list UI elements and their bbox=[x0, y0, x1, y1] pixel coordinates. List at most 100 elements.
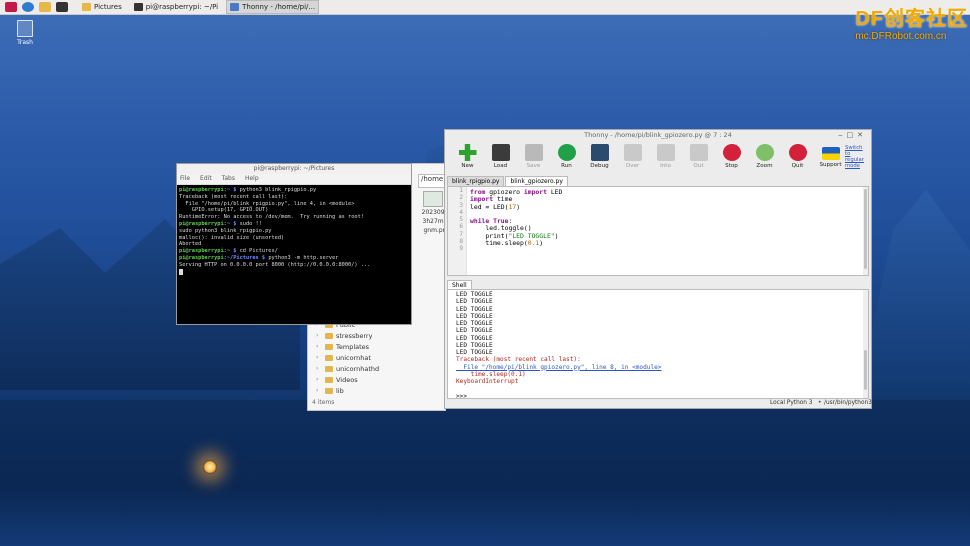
code-token: ) bbox=[554, 231, 559, 240]
editor-scrollbar[interactable] bbox=[863, 187, 868, 275]
code-text[interactable]: from gpiozero import LED import time led =… bbox=[470, 188, 562, 255]
terminal-text: sudo !! bbox=[236, 220, 262, 227]
folder-tree-item[interactable]: › unicornhathd bbox=[316, 363, 416, 374]
expand-arrow-icon[interactable]: › bbox=[316, 365, 325, 372]
terminal-title: pi@raspberrypi: ~/Pictures bbox=[177, 164, 411, 174]
toolbar-quit-button[interactable]: Quit bbox=[781, 141, 814, 169]
shell-output[interactable]: LED TOGGLE LED TOGGLE LED TOGGLE LED TOGGLE… bbox=[456, 291, 661, 400]
expand-arrow-icon[interactable]: › bbox=[316, 354, 325, 361]
taskbar-task[interactable]: Pictures bbox=[78, 0, 126, 14]
shell-line: LED TOGGLE bbox=[456, 298, 493, 306]
toolbar-into-button[interactable]: Into bbox=[649, 141, 682, 169]
expand-arrow-icon[interactable]: › bbox=[316, 332, 325, 339]
toolbar-stop-button[interactable]: Stop bbox=[715, 141, 748, 169]
folder-tree-item[interactable]: › lib bbox=[316, 385, 416, 396]
watermark-logo: DF创客社区 bbox=[855, 8, 968, 30]
taskbar-task-label: pi@raspberrypi: ~/Pi bbox=[145, 3, 219, 11]
debug-icon bbox=[590, 144, 609, 161]
prompt-dir: :~ $ bbox=[223, 248, 237, 255]
taskbar-task[interactable]: pi@raspberrypi: ~/Pi bbox=[130, 0, 222, 14]
folder-tree-item[interactable]: › stressberry bbox=[316, 330, 416, 341]
window-controls[interactable]: ‒□✕ bbox=[838, 130, 867, 141]
toolbar-load-button[interactable]: Load bbox=[484, 141, 517, 169]
step-over-icon bbox=[623, 144, 642, 161]
editor-tab[interactable]: blink_gpiozero.py bbox=[505, 176, 568, 186]
trash-desktop-item[interactable]: Trash bbox=[14, 20, 36, 46]
expand-arrow-icon[interactable]: › bbox=[316, 376, 325, 383]
folder-icon bbox=[325, 332, 333, 339]
toolbar-label: Out bbox=[693, 163, 704, 169]
terminal-icon bbox=[133, 3, 143, 11]
terminal-menubar: File Edit Tabs Help bbox=[177, 174, 411, 185]
terminal-menu-item[interactable]: Tabs bbox=[222, 174, 235, 184]
terminal-text: python3 -m http.server bbox=[265, 254, 339, 261]
toolbar-over-button[interactable]: Over bbox=[616, 141, 649, 169]
code-editor[interactable]: 123456789 from gpiozero import LED import… bbox=[447, 186, 869, 276]
mountain-right bbox=[860, 190, 970, 390]
terminal-window[interactable]: pi@raspberrypi: ~/Pictures File Edit Tabs H… bbox=[176, 163, 412, 325]
code-line: time.sleep(0.1) bbox=[470, 239, 562, 247]
toolbar-support-button[interactable]: Support bbox=[814, 141, 847, 168]
image-thumbnail[interactable] bbox=[423, 191, 443, 207]
switch-mode-link[interactable]: Switch to regular mode bbox=[845, 145, 869, 169]
toolbar-zoom-button[interactable]: Zoom bbox=[748, 141, 781, 169]
toolbar-save-button[interactable]: Save bbox=[517, 141, 550, 169]
terminal-menu-item[interactable]: File bbox=[180, 174, 190, 184]
run-icon bbox=[557, 144, 576, 161]
terminal-output[interactable]: pi@raspberrypi:~ $ python3 blink_rpigpio… bbox=[177, 185, 411, 279]
folder-icon bbox=[82, 3, 91, 11]
expand-arrow-icon[interactable]: › bbox=[316, 387, 325, 394]
folder-tree-item[interactable]: › unicornhat bbox=[316, 352, 416, 363]
folder-icon bbox=[325, 354, 333, 361]
terminal-text: Aborted bbox=[179, 241, 202, 248]
line-number: 6 bbox=[459, 223, 463, 231]
thonny-icon bbox=[230, 3, 240, 11]
folder-tree-item[interactable]: › Templates bbox=[316, 341, 416, 352]
shell-line: LED TOGGLE bbox=[456, 291, 493, 298]
toolbar-new-button[interactable]: New bbox=[451, 141, 484, 169]
terminal-menu-item[interactable]: Edit bbox=[200, 174, 212, 184]
folder-name: unicornhathd bbox=[336, 364, 380, 373]
terminal-line: pi@raspberrypi:~ $ sudo !! bbox=[179, 221, 409, 228]
folder-icon bbox=[325, 343, 333, 350]
terminal-launcher-icon[interactable] bbox=[56, 2, 68, 12]
terminal-line: pi@raspberrypi:~/Pictures $ python3 -m h… bbox=[179, 255, 409, 262]
terminal-line: malloc(): invalid size (unsorted) bbox=[179, 235, 409, 242]
shell-line[interactable]: File "/home/pi/blink_gpiozero.py", line … bbox=[456, 364, 661, 371]
expand-arrow-icon[interactable]: › bbox=[316, 343, 325, 350]
toolbar-run-button[interactable]: Run bbox=[550, 141, 583, 169]
shell-scrollbar[interactable] bbox=[863, 290, 868, 398]
thonny-window: Thonny - /home/pi/blink_gpiozero.py @ 7 … bbox=[444, 129, 872, 409]
code-token: import bbox=[523, 188, 547, 196]
interpreter-label[interactable]: Local Python 3 bbox=[770, 398, 813, 408]
thonny-title: Thonny - /home/pi/blink_gpiozero.py @ 7 … bbox=[584, 131, 732, 139]
quit-icon bbox=[788, 144, 807, 161]
terminal-text: File "/home/pi/blink_rpigpio.py", line 4… bbox=[179, 200, 355, 207]
terminal-text: sudo python3 blink_rpigpio.py bbox=[179, 227, 272, 234]
toolbar-out-button[interactable]: Out bbox=[682, 141, 715, 169]
line-number: 7 bbox=[459, 230, 463, 238]
shell-panel[interactable]: LED TOGGLE LED TOGGLE LED TOGGLE LED TOGGLE… bbox=[447, 289, 869, 400]
ukraine-flag-icon bbox=[821, 147, 840, 160]
terminal-text: python3 blink_rpigpio.py bbox=[236, 187, 317, 193]
line-number: 5 bbox=[459, 216, 463, 224]
editor-tab[interactable]: blink_rpigpio.py bbox=[447, 176, 505, 186]
interpreter-path: /usr/bin/python3 bbox=[824, 400, 872, 406]
terminal-menu-item[interactable]: Help bbox=[245, 174, 259, 184]
shell-line: LED TOGGLE bbox=[456, 341, 493, 349]
toolbar-label: Over bbox=[625, 163, 640, 169]
save-icon bbox=[524, 144, 543, 161]
terminal-cursor bbox=[179, 268, 183, 275]
toolbar-label: Run bbox=[561, 163, 572, 169]
terminal-line: Aborted bbox=[179, 241, 409, 248]
line-number: 9 bbox=[459, 245, 463, 253]
toolbar-debug-button[interactable]: Debug bbox=[583, 141, 616, 169]
folder-tree: ›Public›stressberry›Templates›unicornhat… bbox=[316, 319, 416, 396]
raspberry-menu-icon[interactable] bbox=[5, 2, 17, 12]
browser-icon[interactable] bbox=[22, 2, 34, 12]
shell-line: time.sleep(0.1) bbox=[456, 370, 526, 378]
file-manager-icon[interactable] bbox=[39, 2, 51, 12]
folder-tree-item[interactable]: › Videos bbox=[316, 374, 416, 385]
taskbar-task[interactable]: Thonny - /home/pi/... bbox=[226, 0, 320, 14]
